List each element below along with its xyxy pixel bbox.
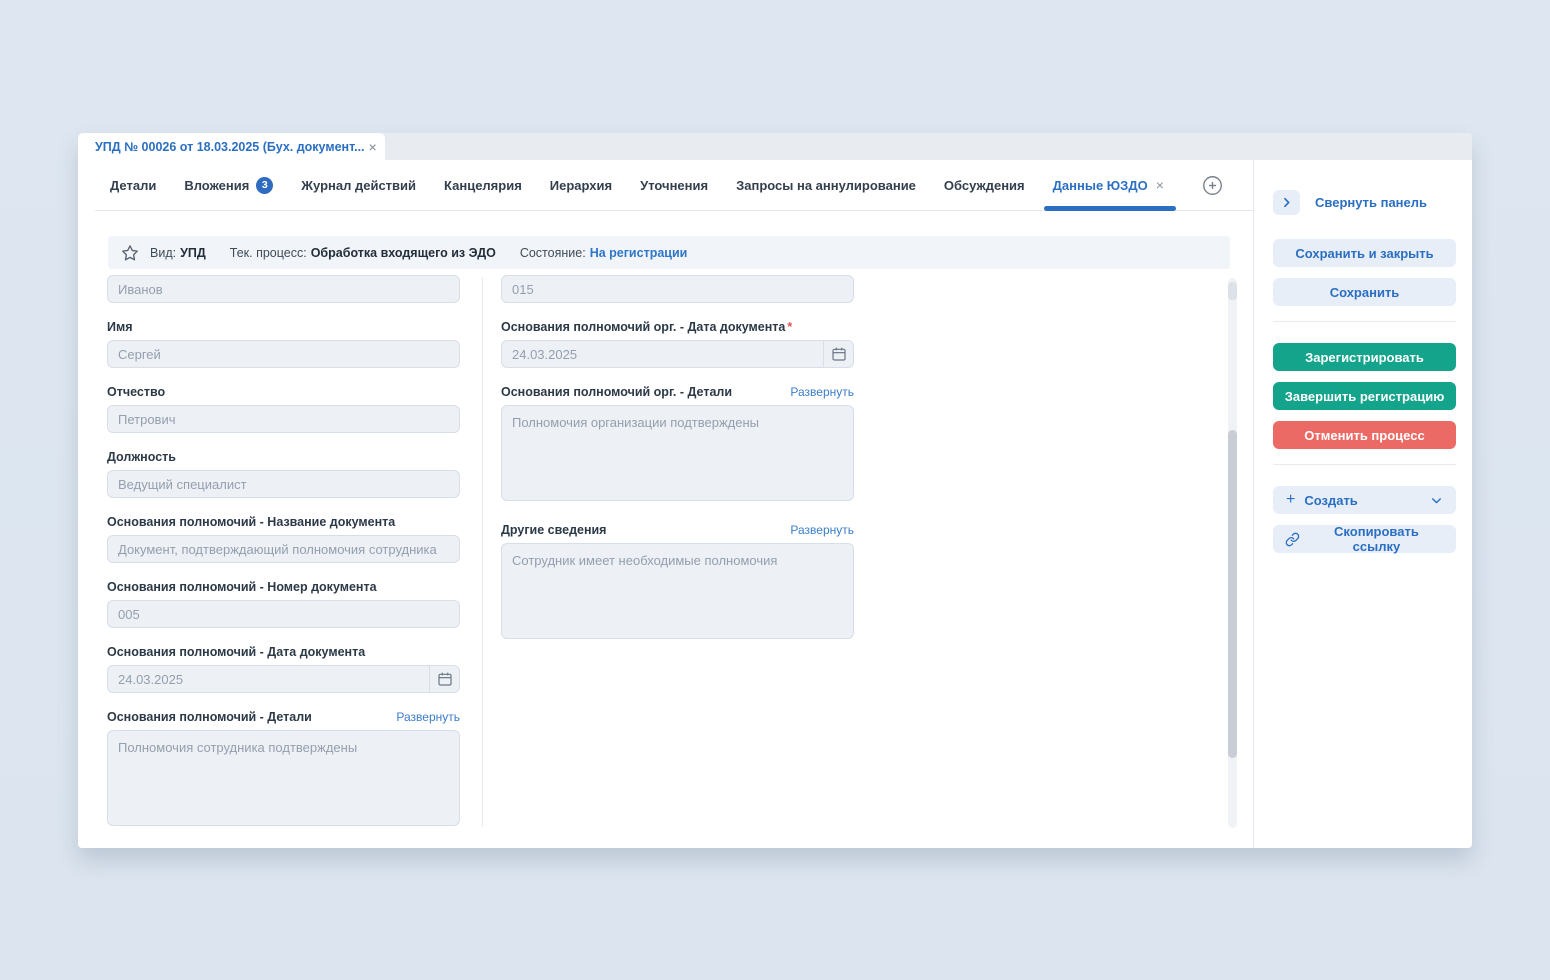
- chevron-right-icon[interactable]: [1273, 190, 1300, 215]
- tab-bar: Детали Вложения 3 Журнал действий Канцел…: [95, 160, 1253, 211]
- field-org-details: Основания полномочий орг. - Детали Разве…: [501, 385, 854, 506]
- field-middle-name: Отчество: [107, 385, 460, 433]
- tab-close-icon[interactable]: ×: [1156, 177, 1164, 193]
- expand-link[interactable]: Развернуть: [790, 385, 854, 399]
- add-tab-button[interactable]: [1202, 175, 1223, 196]
- tab-action-log[interactable]: Журнал действий: [301, 160, 416, 210]
- expand-link[interactable]: Развернуть: [790, 523, 854, 537]
- calendar-icon[interactable]: [429, 665, 460, 693]
- field-label: Отчество: [107, 385, 165, 399]
- authority-details-textarea[interactable]: Полномочия сотрудника подтверждены: [107, 730, 460, 826]
- vertical-scrollbar[interactable]: [1228, 278, 1237, 828]
- save-and-close-button[interactable]: Сохранить и закрыть: [1273, 239, 1456, 267]
- first-name-input[interactable]: [107, 340, 460, 368]
- tab-annulment-requests[interactable]: Запросы на аннулирование: [736, 160, 916, 210]
- authority-doc-name-input[interactable]: [107, 535, 460, 563]
- field-label: Должность: [107, 450, 176, 464]
- tab-clarifications[interactable]: Уточнения: [640, 160, 708, 210]
- copy-link-label: Скопировать ссылку: [1309, 524, 1444, 554]
- state-value-link[interactable]: На регистрации: [590, 246, 688, 260]
- form-column-left: Имя Отчество Должность Основания полномо…: [107, 273, 460, 833]
- favorite-star-icon[interactable]: [121, 244, 139, 262]
- other-info-textarea[interactable]: Сотрудник имеет необходимые полномочия: [501, 543, 854, 639]
- surname-input[interactable]: [107, 275, 460, 303]
- field-label: Основания полномочий орг. - Детали: [501, 385, 732, 399]
- tab-discussions[interactable]: Обсуждения: [944, 160, 1025, 210]
- document-tab-title: УПД № 00026 от 18.03.2025 (Бух. документ…: [95, 140, 365, 154]
- create-button[interactable]: + Создать: [1273, 486, 1456, 514]
- field-authority-doc-date: Основания полномочий - Дата документа: [107, 645, 460, 693]
- finish-registration-button[interactable]: Завершить регистрацию: [1273, 382, 1456, 410]
- kind-value: УПД: [180, 246, 206, 260]
- org-doc-number-input[interactable]: [501, 275, 854, 303]
- tab-details[interactable]: Детали: [110, 160, 156, 210]
- column-divider: [482, 277, 483, 827]
- panel-divider: [1273, 321, 1456, 322]
- field-label: Основания полномочий - Детали: [107, 710, 312, 724]
- field-org-doc-number: [501, 275, 854, 303]
- chevron-down-icon: [1430, 494, 1443, 507]
- calendar-icon[interactable]: [823, 340, 854, 368]
- kind-label: Вид:: [150, 246, 176, 260]
- document-tab-strip: УПД № 00026 от 18.03.2025 (Бух. документ…: [78, 133, 1472, 160]
- field-label: Другие сведения: [501, 523, 606, 537]
- position-input[interactable]: [107, 470, 460, 498]
- field-surname: [107, 275, 460, 303]
- org-doc-date-input[interactable]: [501, 340, 854, 368]
- plus-icon: +: [1286, 492, 1295, 508]
- field-other-info: Другие сведения Развернуть Сотрудник име…: [501, 523, 854, 644]
- field-first-name: Имя: [107, 320, 460, 368]
- collapse-panel-label: Свернуть панель: [1315, 195, 1427, 210]
- document-tab-close-icon[interactable]: ×: [365, 138, 381, 156]
- required-asterisk: *: [787, 320, 792, 334]
- link-icon: [1285, 532, 1300, 547]
- field-label: Основания полномочий - Номер документа: [107, 580, 377, 594]
- authority-doc-number-input[interactable]: [107, 600, 460, 628]
- expand-link[interactable]: Развернуть: [396, 710, 460, 724]
- process-label: Тек. процесс:: [230, 246, 307, 260]
- scrollbar-top-cap: [1228, 282, 1237, 300]
- field-org-doc-date: Основания полномочий орг. - Дата докумен…: [501, 320, 854, 368]
- collapse-panel-control[interactable]: Свернуть панель: [1273, 190, 1456, 215]
- action-panel: Свернуть панель Сохранить и закрыть Сохр…: [1253, 160, 1472, 848]
- middle-name-input[interactable]: [107, 405, 460, 433]
- tab-attachments[interactable]: Вложения 3: [184, 160, 273, 210]
- field-label: Имя: [107, 320, 133, 334]
- field-label: Основания полномочий орг. - Дата докумен…: [501, 320, 792, 334]
- field-position: Должность: [107, 450, 460, 498]
- field-label: Основания полномочий - Дата документа: [107, 645, 365, 659]
- authority-doc-date-input[interactable]: [107, 665, 460, 693]
- cancel-process-button[interactable]: Отменить процесс: [1273, 421, 1456, 449]
- attachments-count-badge: 3: [256, 177, 273, 194]
- tab-chancellery[interactable]: Канцелярия: [444, 160, 522, 210]
- create-button-label: Создать: [1304, 493, 1357, 508]
- main-content: Детали Вложения 3 Журнал действий Канцел…: [78, 160, 1253, 848]
- panel-divider: [1273, 464, 1456, 465]
- field-authority-doc-number: Основания полномочий - Номер документа: [107, 580, 460, 628]
- circle-plus-icon: [1202, 175, 1223, 196]
- document-info-bar: Вид: УПД Тек. процесс: Обработка входяще…: [108, 236, 1230, 269]
- tab-hierarchy[interactable]: Иерархия: [550, 160, 612, 210]
- document-tab[interactable]: УПД № 00026 от 18.03.2025 (Бух. документ…: [78, 133, 385, 160]
- save-button[interactable]: Сохранить: [1273, 278, 1456, 306]
- org-details-textarea[interactable]: Полномочия организации подтверждены: [501, 405, 854, 501]
- copy-link-button[interactable]: Скопировать ссылку: [1273, 525, 1456, 553]
- register-button[interactable]: Зарегистрировать: [1273, 343, 1456, 371]
- field-authority-doc-name: Основания полномочий - Название документ…: [107, 515, 460, 563]
- document-window: УПД № 00026 от 18.03.2025 (Бух. документ…: [78, 133, 1472, 848]
- tab-yuzdo-data[interactable]: Данные ЮЗДО ×: [1053, 160, 1164, 210]
- field-authority-details: Основания полномочий - Детали Развернуть…: [107, 710, 460, 831]
- scrollbar-thumb[interactable]: [1228, 430, 1237, 758]
- field-label: Основания полномочий - Название документ…: [107, 515, 395, 529]
- form-column-right: Основания полномочий орг. - Дата докумен…: [501, 273, 854, 833]
- form-scroll-area: Имя Отчество Должность Основания полномо…: [95, 273, 1253, 833]
- process-value: Обработка входящего из ЭДО: [311, 246, 496, 260]
- state-label: Состояние:: [520, 246, 586, 260]
